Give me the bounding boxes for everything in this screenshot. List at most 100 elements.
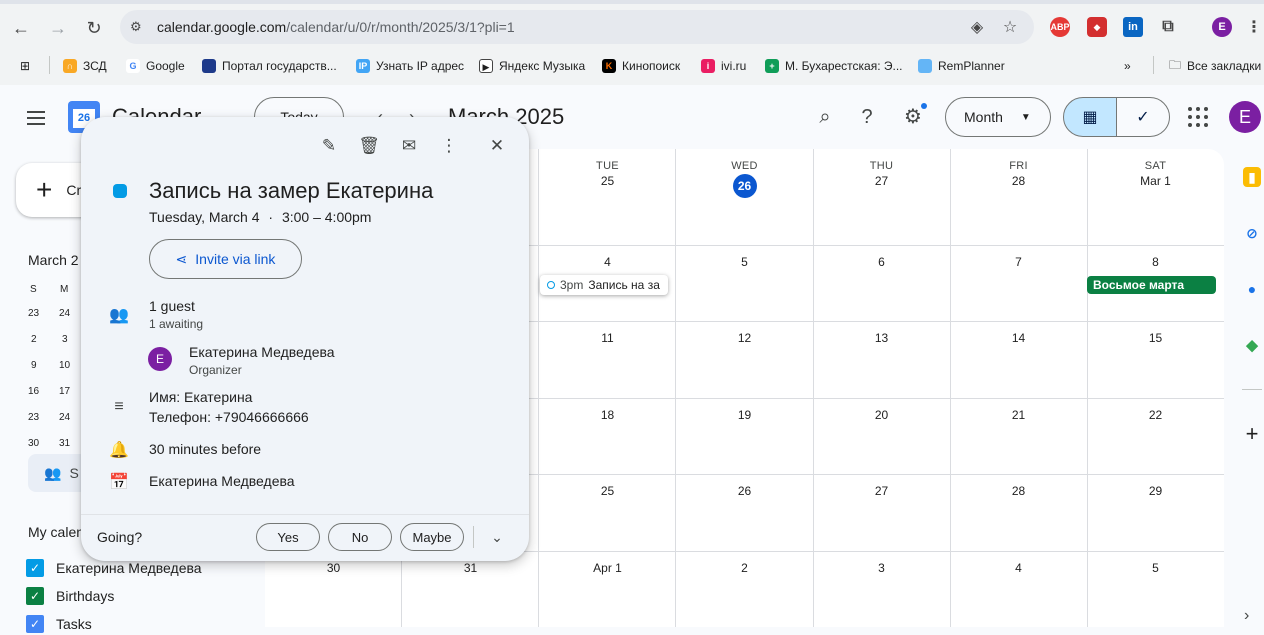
day-header-cell[interactable]: THU 27 (813, 160, 950, 188)
main-menu-icon[interactable] (24, 106, 48, 130)
extensions-puzzle-icon[interactable]: ⧉ (1158, 17, 1178, 37)
mini-day[interactable]: 17 (59, 386, 79, 397)
mini-day[interactable]: 3 (62, 334, 82, 345)
guest-avatar[interactable]: E (148, 347, 172, 371)
bookmark-item[interactable]: RemPlanner (918, 56, 1005, 76)
address-bar[interactable]: ⚙ calendar.google.com/calendar/u/0/r/mon… (120, 10, 1034, 44)
day-number[interactable]: 28 (950, 484, 1087, 498)
invite-via-link-button[interactable]: ⋖ Invite via link (149, 239, 302, 279)
bookmark-item[interactable]: + М. Бухарестская: Э... (765, 56, 903, 76)
day-header-cell[interactable]: SAT Mar 1 (1087, 160, 1224, 188)
mini-day[interactable]: 24 (59, 412, 79, 423)
edit-icon[interactable]: ✎ (317, 134, 341, 158)
mini-day[interactable]: 16 (28, 386, 48, 397)
more-bookmarks-icon[interactable]: » (1124, 56, 1131, 76)
expand-panel-icon[interactable]: › (1244, 607, 1249, 625)
contacts-icon[interactable]: ● (1241, 278, 1263, 300)
mini-day[interactable]: 31 (59, 438, 79, 449)
search-icon[interactable]: ⌕ (813, 105, 837, 129)
day-number[interactable]: 12 (676, 331, 813, 345)
all-bookmarks[interactable]: 🗀 Все закладки (1169, 56, 1261, 76)
view-switcher[interactable]: Month ▼ (945, 97, 1051, 137)
site-info-icon[interactable]: ⚙ (130, 19, 146, 35)
bookmark-item[interactable]: ∩ ЗСД (63, 56, 107, 76)
day-number[interactable]: 13 (813, 331, 950, 345)
event-chip[interactable]: 3pm Запись на за (540, 275, 668, 295)
mini-day[interactable]: 24 (59, 308, 79, 319)
account-avatar[interactable]: E (1229, 101, 1261, 133)
day-number[interactable]: 21 (950, 408, 1087, 422)
close-icon[interactable]: ✕ (485, 134, 509, 158)
profile-avatar[interactable]: E (1212, 17, 1232, 37)
adblock-icon[interactable]: ABP (1050, 17, 1070, 37)
mini-day[interactable]: 23 (28, 308, 48, 319)
tasks-view-toggle[interactable]: ✓ (1116, 97, 1170, 137)
day-number[interactable]: 26 (676, 484, 813, 498)
day-header-cell[interactable]: WED 26 (676, 160, 813, 198)
day-number[interactable]: 30 (265, 561, 402, 575)
rsvp-no-button[interactable]: No (328, 523, 392, 551)
today-day-number[interactable]: 26 (732, 174, 757, 198)
mini-day[interactable]: 9 (31, 360, 51, 371)
day-number[interactable]: 5 (1087, 561, 1224, 575)
email-icon[interactable]: ✉ (397, 134, 421, 158)
checkbox-checked-icon[interactable]: ✓ (26, 615, 44, 633)
tasks-icon[interactable]: ⊘ (1241, 222, 1263, 244)
apps-grid-icon[interactable]: ⊞ (20, 56, 30, 76)
day-number[interactable]: 11 (539, 331, 676, 345)
delete-icon[interactable]: 🗑 (357, 134, 381, 158)
guest-name[interactable]: Екатерина Медведева (189, 344, 335, 360)
day-number[interactable]: 22 (1087, 408, 1224, 422)
day-number[interactable]: 3 (813, 561, 950, 575)
bookmark-item[interactable]: K Кинопоиск (602, 56, 680, 76)
rsvp-options-chevron-icon[interactable]: ⌄ (485, 525, 509, 549)
back-icon[interactable]: ← (10, 17, 32, 39)
linkedin-icon[interactable]: in (1123, 17, 1143, 37)
calendar-view-toggle[interactable]: ▦ (1063, 97, 1117, 137)
checkbox-checked-icon[interactable]: ✓ (26, 559, 44, 577)
keep-icon[interactable]: ▮ (1243, 167, 1261, 187)
day-number[interactable]: 2 (676, 561, 813, 575)
checkbox-checked-icon[interactable]: ✓ (26, 587, 44, 605)
bookmark-item[interactable]: ▶ Яндекс Музыка (479, 56, 585, 76)
day-number[interactable]: 31 (402, 561, 539, 575)
day-number[interactable]: 14 (950, 331, 1087, 345)
day-number[interactable]: 19 (676, 408, 813, 422)
day-number[interactable]: 27 (813, 484, 950, 498)
mini-day[interactable]: 2 (31, 334, 51, 345)
bookmark-star-icon[interactable]: ☆ (1001, 19, 1019, 37)
day-number[interactable]: 4 (950, 561, 1087, 575)
calendar-item[interactable]: ✓ Tasks (26, 614, 92, 634)
day-number[interactable]: 25 (539, 174, 676, 188)
day-number[interactable]: 8 (1087, 255, 1224, 269)
mini-day[interactable]: 10 (59, 360, 79, 371)
day-number[interactable]: 4 (539, 255, 676, 269)
day-number[interactable]: 6 (813, 255, 950, 269)
bookmark-item[interactable]: G Google (126, 56, 185, 76)
holiday-event-chip[interactable]: Восьмое марта (1087, 276, 1216, 294)
settings-icon[interactable]: ⚙ (901, 105, 925, 129)
reload-icon[interactable]: ↻ (83, 17, 105, 39)
extension-diamond-icon[interactable]: ◈ (968, 19, 986, 37)
maps-icon[interactable]: ⬥ (1241, 334, 1263, 356)
day-header-cell[interactable]: FRI 28 (950, 160, 1087, 188)
bookmark-item[interactable]: Портал государств... (202, 56, 337, 76)
more-options-icon[interactable]: ⋮ (437, 134, 461, 158)
day-number[interactable]: 15 (1087, 331, 1224, 345)
bookmark-item[interactable]: IP Узнать IP адрес (356, 56, 464, 76)
day-header-cell[interactable]: TUE 25 (539, 160, 676, 188)
day-number[interactable]: 29 (1087, 484, 1224, 498)
shield-extension-icon[interactable]: ◆ (1087, 17, 1107, 37)
mini-day[interactable]: 23 (28, 412, 48, 423)
day-number[interactable]: 28 (950, 174, 1087, 188)
forward-icon[interactable]: → (47, 17, 69, 39)
url-text[interactable]: calendar.google.com/calendar/u/0/r/month… (157, 19, 515, 35)
day-number[interactable]: 20 (813, 408, 950, 422)
day-number[interactable]: Apr 1 (539, 561, 676, 575)
day-number[interactable]: 25 (539, 484, 676, 498)
help-icon[interactable]: ? (855, 105, 879, 129)
rsvp-yes-button[interactable]: Yes (256, 523, 320, 551)
day-number[interactable]: 27 (813, 174, 950, 188)
browser-menu-icon[interactable]: ⋮ (1246, 17, 1262, 37)
bookmark-item[interactable]: i ivi.ru (701, 56, 746, 76)
